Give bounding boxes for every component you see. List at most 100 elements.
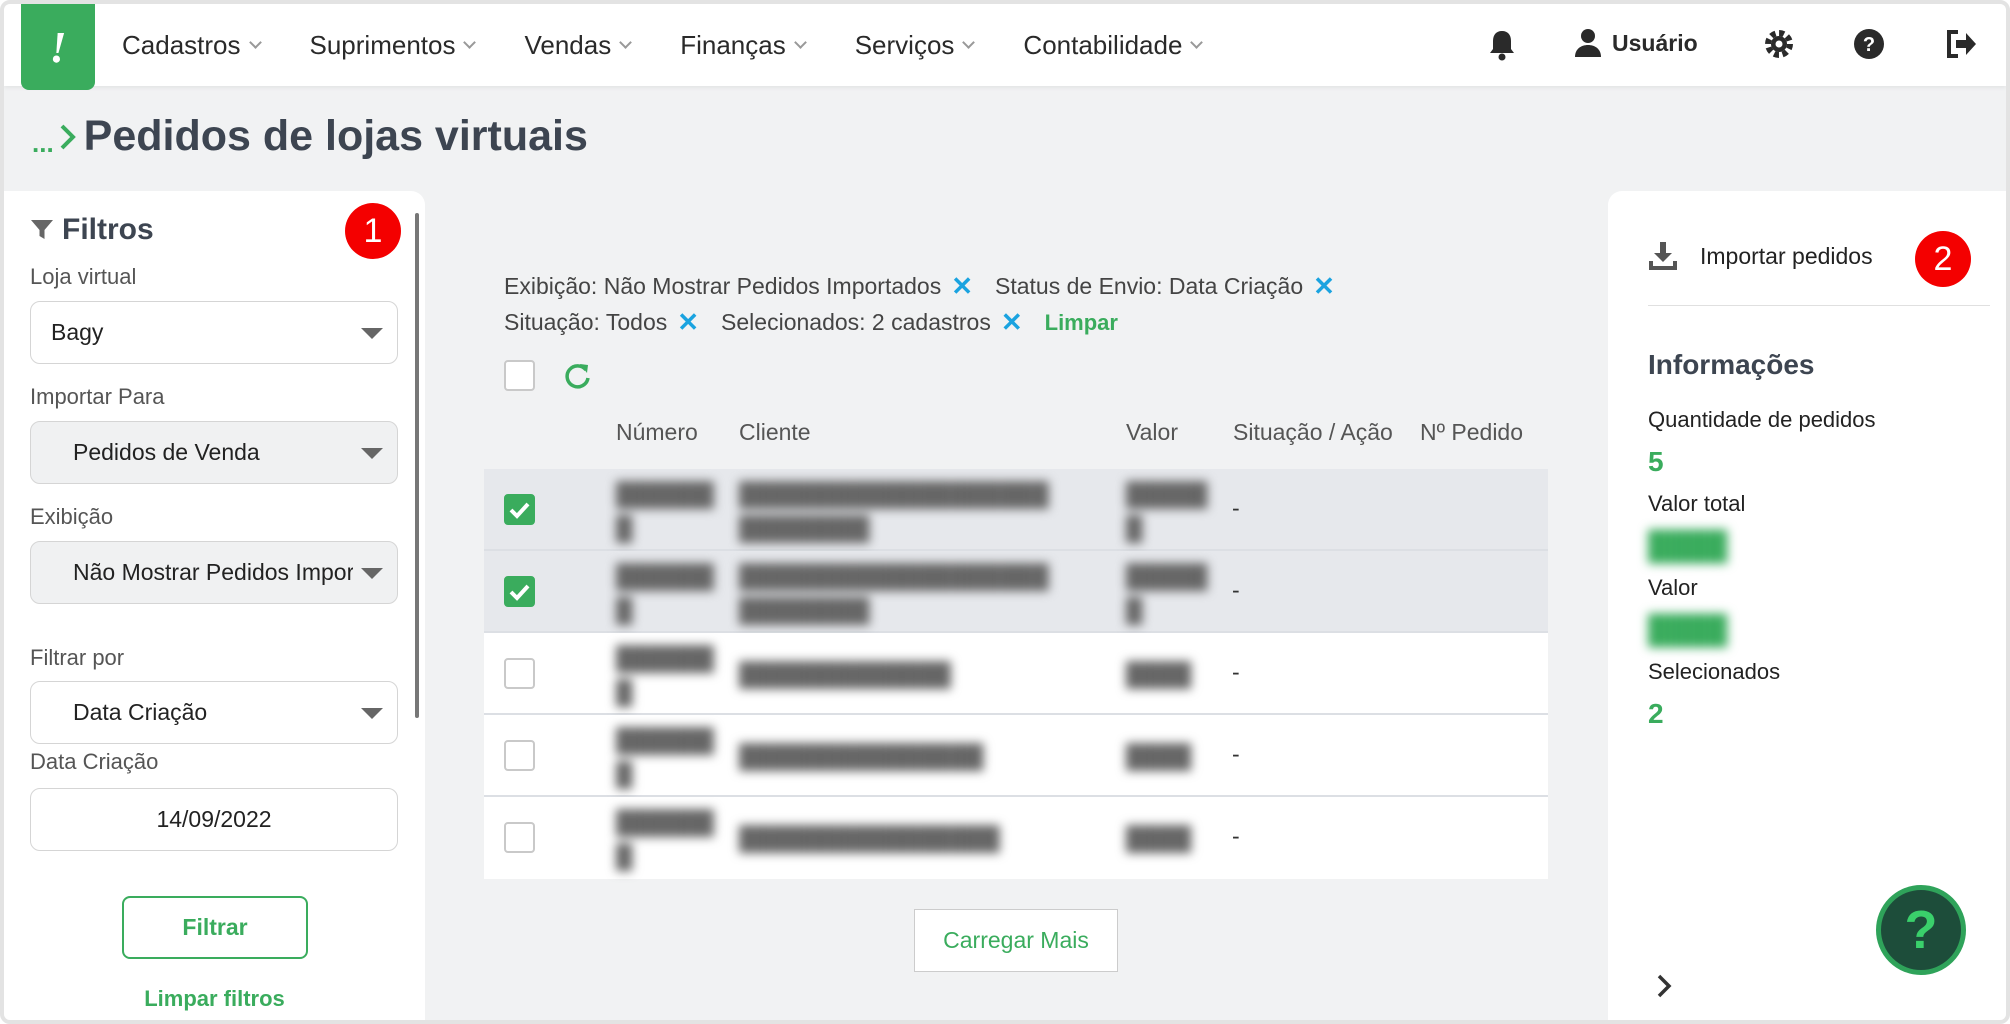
chip-status-envio: Status de Envio: Data Criação ✕: [995, 268, 1335, 304]
remove-chip-icon[interactable]: ✕: [1313, 268, 1335, 304]
data-criacao-input[interactable]: 14/09/2022: [30, 788, 398, 851]
top-navbar: ! Cadastros Suprimentos Vendas Finanças …: [4, 4, 2006, 90]
page-title: Pedidos de lojas virtuais: [83, 112, 588, 160]
remove-chip-icon[interactable]: ✕: [951, 268, 973, 304]
qtd-label: Quantidade de pedidos: [1648, 407, 1876, 432]
table-row[interactable]: ██████ █ ███████████████████ ████████ ████…: [484, 551, 1548, 633]
row-checkbox[interactable]: [504, 494, 535, 525]
help-chat-button[interactable]: ?: [1876, 885, 1966, 975]
loja-label: Loja virtual: [30, 264, 137, 289]
col-situacao[interactable]: Situação / Ação: [1233, 419, 1393, 446]
filters-title: Filtros: [30, 213, 154, 247]
remove-chip-icon[interactable]: ✕: [677, 304, 699, 340]
gear-icon[interactable]: [1763, 28, 1795, 60]
menu-servicos[interactable]: Serviços: [855, 30, 976, 61]
col-valor[interactable]: Valor: [1126, 419, 1178, 446]
orders-table: Número Cliente Valor Situação / Ação Nº …: [484, 409, 1548, 879]
cell-situacao: -: [1232, 659, 1240, 685]
divider: [1648, 305, 1990, 306]
info-title: Informações: [1648, 349, 1815, 380]
cell-situacao: -: [1232, 741, 1240, 767]
menu-vendas[interactable]: Vendas: [524, 30, 633, 61]
refresh-icon[interactable]: [562, 361, 592, 391]
importar-select[interactable]: Pedidos de Venda: [30, 421, 398, 484]
user-icon: [1575, 29, 1601, 57]
table-row[interactable]: ██████ █ ███████████████ ████ -: [484, 715, 1548, 797]
check-icon: [509, 584, 530, 601]
filters-scrollbar[interactable]: [415, 213, 419, 718]
menu-contabilidade[interactable]: Contabilidade: [1023, 30, 1204, 61]
cell-valor-blurred: ████: [1126, 825, 1192, 851]
table-row[interactable]: ██████ █ █████████████ ████ -: [484, 633, 1548, 715]
chevron-right-icon: [60, 124, 76, 149]
check-icon: [509, 502, 530, 519]
valor-total-label: Valor total: [1648, 491, 1746, 516]
selecionados-label: Selecionados: [1648, 659, 1781, 684]
load-more-button[interactable]: Carregar Mais: [914, 909, 1118, 972]
dropdown-arrow-icon: [361, 328, 383, 339]
menu-financas[interactable]: Finanças: [680, 30, 807, 61]
table-row[interactable]: ██████ █ ████████████████ ████ -: [484, 797, 1548, 879]
logout-icon[interactable]: [1944, 28, 1978, 60]
table-header: Número Cliente Valor Situação / Ação Nº …: [484, 409, 1548, 469]
filtrar-por-select[interactable]: Data Criação: [30, 681, 398, 744]
cell-valor-blurred: ████: [1126, 661, 1192, 687]
filters-panel: Filtros 1 Loja virtual Bagy Importar Par…: [4, 191, 425, 1020]
row-checkbox[interactable]: [504, 658, 535, 689]
cell-situacao: -: [1232, 823, 1240, 849]
cell-cliente-blurred: ███████████████: [739, 743, 984, 769]
user-menu[interactable]: Usuário: [1574, 28, 1698, 58]
chevron-down-icon: [962, 35, 976, 49]
expand-panel-icon[interactable]: [1654, 972, 1674, 1000]
data-criacao-label: Data Criação: [30, 749, 159, 774]
table-row[interactable]: ██████ █ ███████████████████ ████████ ████…: [484, 469, 1548, 551]
chevron-down-icon: [619, 35, 633, 49]
import-orders-button[interactable]: Importar pedidos: [1648, 241, 1873, 271]
bell-icon[interactable]: [1486, 28, 1518, 62]
row-checkbox[interactable]: [504, 740, 535, 771]
breadcrumb-ellipsis[interactable]: ...: [32, 128, 54, 159]
app-logo[interactable]: !: [21, 4, 95, 90]
cell-cliente-blurred: ███████████████████ ████████: [739, 481, 1049, 541]
dropdown-arrow-icon: [361, 708, 383, 719]
cell-numero-blurred: ██████ █: [616, 809, 714, 869]
loja-select[interactable]: Bagy: [30, 301, 398, 364]
importar-label: Importar Para: [30, 384, 165, 409]
callout-badge-2: 2: [1915, 231, 1971, 287]
dropdown-arrow-icon: [361, 568, 383, 579]
svg-text:?: ?: [1863, 34, 1875, 56]
cell-cliente-blurred: ███████████████████ ████████: [739, 563, 1049, 623]
exibicao-select[interactable]: Não Mostrar Pedidos Importados: [30, 541, 398, 604]
callout-badge-1: 1: [345, 203, 401, 259]
active-filter-chips: Exibição: Não Mostrar Pedidos Importados…: [504, 268, 1504, 341]
breadcrumb: ... Pedidos de lojas virtuais: [32, 112, 588, 161]
clear-filters-link: Limpar filtros: [144, 986, 285, 1011]
clear-chips-link[interactable]: Limpar: [1045, 310, 1118, 335]
chevron-down-icon: [1190, 35, 1204, 49]
menu-suprimentos[interactable]: Suprimentos: [310, 30, 477, 61]
row-checkbox[interactable]: [504, 822, 535, 853]
row-checkbox[interactable]: [504, 576, 535, 607]
chevron-down-icon: [793, 35, 807, 49]
cell-valor-blurred: ████: [1126, 743, 1192, 769]
select-all-checkbox[interactable]: [504, 360, 535, 391]
help-circle-icon[interactable]: ?: [1853, 28, 1885, 60]
qtd-value: 5: [1648, 446, 1664, 477]
cell-cliente-blurred: █████████████: [739, 661, 951, 687]
col-pedido[interactable]: Nº Pedido: [1420, 419, 1523, 446]
menu-cadastros[interactable]: Cadastros: [122, 30, 262, 61]
cell-numero-blurred: ██████ █: [616, 563, 714, 623]
cell-numero-blurred: ██████ █: [616, 727, 714, 787]
col-cliente[interactable]: Cliente: [739, 419, 811, 446]
valor-label: Valor: [1648, 575, 1698, 600]
filter-button[interactable]: Filtrar: [122, 896, 308, 959]
valor-total-value-blurred: ████: [1648, 530, 1728, 561]
cell-numero-blurred: ██████ █: [616, 481, 714, 541]
col-numero[interactable]: Número: [616, 419, 698, 446]
filtrar-por-label: Filtrar por: [30, 645, 125, 670]
chevron-down-icon: [463, 35, 477, 49]
cell-valor-blurred: █████ █: [1126, 563, 1208, 623]
cell-valor-blurred: █████ █: [1126, 481, 1208, 541]
remove-chip-icon[interactable]: ✕: [1001, 304, 1023, 340]
selecionados-value: 2: [1648, 698, 1664, 729]
